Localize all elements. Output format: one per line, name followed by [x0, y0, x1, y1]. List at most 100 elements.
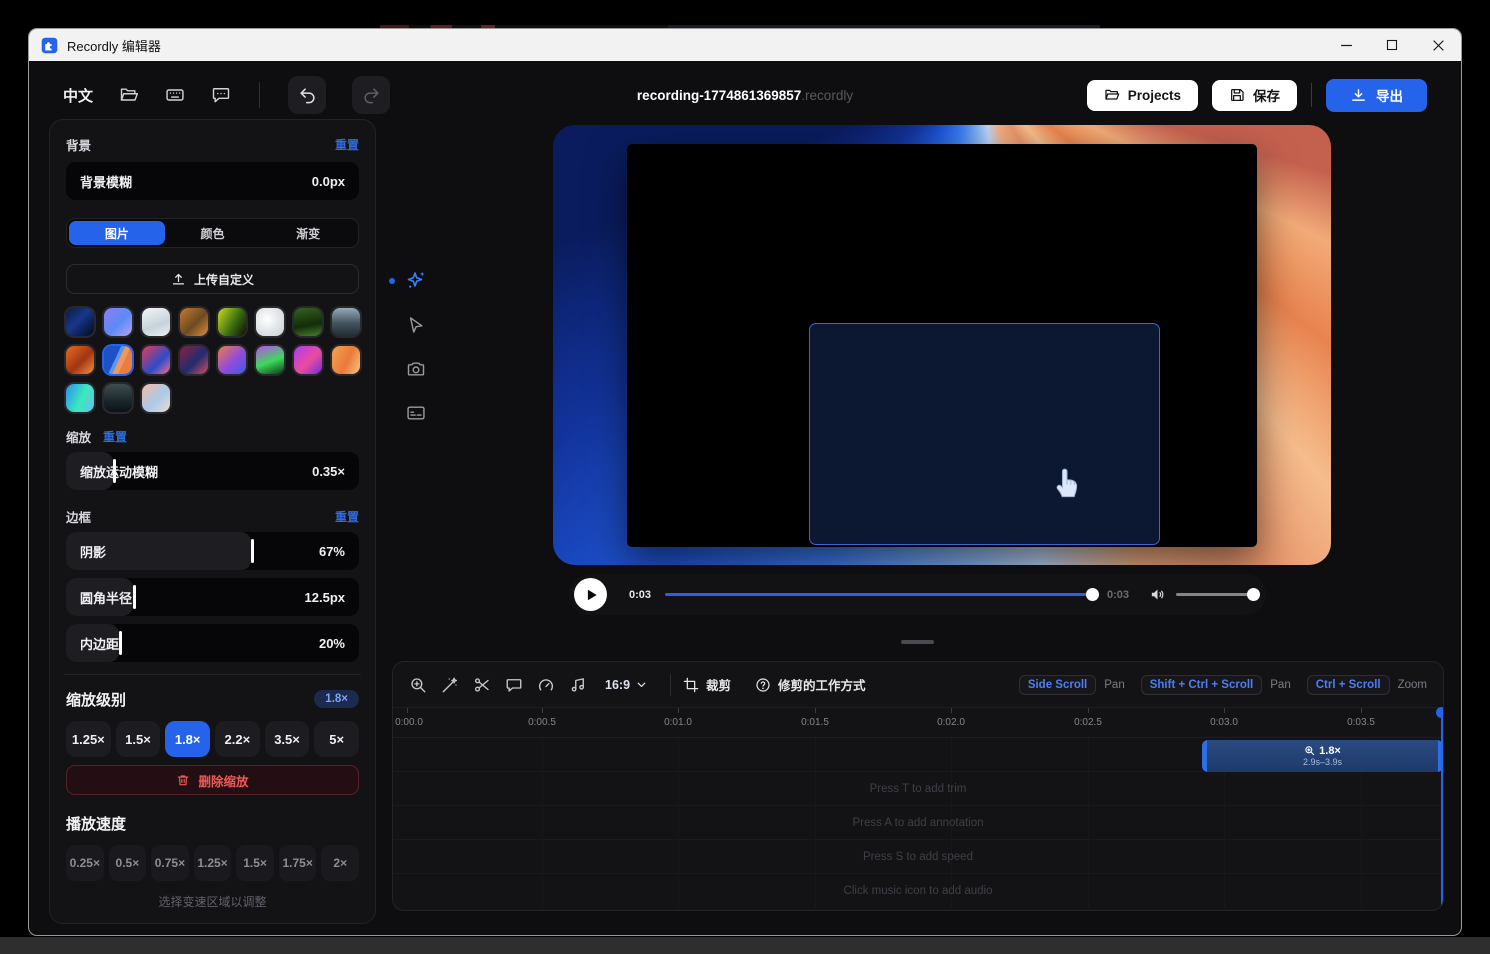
zoom-level-1.25x[interactable]: 1.25× [66, 721, 111, 757]
music-note-icon[interactable] [569, 676, 587, 694]
background-type-tabs: 图片 颜色 渐变 [66, 218, 359, 248]
upload-custom-button[interactable]: 上传自定义 [66, 264, 359, 294]
zoom-level-1.8x-selected[interactable]: 1.8× [165, 721, 210, 757]
captions-tool-button[interactable] [401, 401, 431, 425]
speed-0.5x[interactable]: 0.5× [109, 845, 147, 881]
audio-hint: Click music icon to add audio [844, 885, 993, 897]
speed-0.75x[interactable]: 0.75× [151, 845, 189, 881]
annotation-track-lane: Press A to add annotation [393, 806, 1443, 840]
zoom-region-clip[interactable]: 1.8× 2.9s–3.9s [1202, 740, 1443, 772]
speed-0.25x[interactable]: 0.25× [66, 845, 104, 881]
seek-knob[interactable] [1086, 588, 1099, 601]
zoom-reset-button[interactable]: 重置 [103, 428, 127, 445]
wallpaper-thumb[interactable] [142, 308, 170, 336]
active-tool-dot [389, 278, 395, 284]
volume-slider[interactable] [1176, 593, 1254, 596]
duration: 0:03 [1107, 589, 1129, 601]
zoom-target-region[interactable] [809, 323, 1160, 545]
zoom-level-2.2x[interactable]: 2.2× [215, 721, 260, 757]
wallpaper-thumb[interactable] [294, 346, 322, 374]
volume-knob[interactable] [1247, 588, 1260, 601]
zoom-level-section-title: 缩放级别 [66, 689, 126, 710]
wallpaper-thumb[interactable] [142, 346, 170, 374]
redo-button[interactable] [352, 76, 390, 114]
wallpaper-thumb[interactable] [180, 346, 208, 374]
maximize-button[interactable] [1369, 29, 1415, 61]
wallpaper-thumb[interactable] [66, 384, 94, 412]
scissors-icon[interactable] [473, 676, 491, 694]
delete-zoom-button[interactable]: 删除缩放 [66, 765, 359, 795]
feedback-chat-icon[interactable] [211, 85, 231, 105]
wallpaper-thumb[interactable] [218, 346, 246, 374]
effects-tool-button[interactable] [401, 269, 431, 293]
save-button[interactable]: 保存 [1212, 80, 1297, 111]
zoom-level-1.5x[interactable]: 1.5× [116, 721, 161, 757]
language-button[interactable]: 中文 [63, 85, 93, 106]
timeline-ruler[interactable]: 0:00.0 0:00.5 0:01.0 0:01.5 0:02.0 0:02.… [393, 708, 1443, 738]
seek-bar[interactable] [665, 593, 1093, 596]
help-circle-icon [755, 677, 771, 693]
trim-help-button[interactable]: 修剪的工作方式 [755, 675, 866, 694]
timeline-shortcut-legend: Side Scroll Pan Shift + Ctrl + Scroll Pa… [1019, 675, 1427, 695]
window-title: Recordly 编辑器 [67, 36, 161, 55]
magic-wand-icon[interactable] [441, 676, 459, 694]
camera-tool-button[interactable] [401, 357, 431, 381]
zoom-level-5x[interactable]: 5× [314, 721, 359, 757]
export-button[interactable]: 导出 [1326, 79, 1427, 112]
tab-image[interactable]: 图片 [69, 221, 165, 245]
timeline-zoom-in-icon[interactable] [409, 676, 427, 694]
wallpaper-thumb[interactable] [332, 308, 360, 336]
projects-button[interactable]: Projects [1087, 80, 1198, 111]
aspect-ratio-dropdown[interactable]: 16:9 [605, 678, 648, 692]
wallpaper-thumb[interactable] [180, 308, 208, 336]
tab-color[interactable]: 颜色 [165, 221, 261, 245]
recorded-screen [627, 144, 1257, 547]
wallpaper-thumb[interactable] [218, 308, 246, 336]
keyboard-shortcuts-icon[interactable] [165, 85, 185, 105]
undo-button[interactable] [288, 76, 326, 114]
wallpaper-thumb[interactable] [66, 308, 94, 336]
zoom-region-left-handle[interactable] [1202, 740, 1207, 772]
crop-button[interactable]: 裁剪 [683, 675, 731, 694]
border-reset-button[interactable]: 重置 [335, 508, 359, 525]
cursor-tool-button[interactable] [401, 313, 431, 337]
crop-icon [683, 677, 699, 693]
wallpaper-thumb[interactable] [332, 346, 360, 374]
wallpaper-thumb[interactable] [294, 308, 322, 336]
wallpaper-thumb[interactable] [104, 308, 132, 336]
speed-1.75x[interactable]: 1.75× [279, 845, 317, 881]
background-reset-button[interactable]: 重置 [335, 136, 359, 153]
volume-icon[interactable] [1149, 586, 1166, 603]
background-blur-slider[interactable]: 背景模糊 0.0px [66, 162, 359, 200]
close-button[interactable] [1415, 29, 1461, 61]
speed-2x[interactable]: 2× [321, 845, 359, 881]
wallpaper-thumb[interactable] [104, 384, 132, 412]
wallpaper-thumb[interactable] [256, 308, 284, 336]
tab-gradient[interactable]: 渐变 [260, 221, 356, 245]
wallpaper-thumb-selected[interactable] [104, 346, 132, 374]
playhead-line [1441, 714, 1443, 906]
speed-1.5x[interactable]: 1.5× [236, 845, 274, 881]
speed-1.25x[interactable]: 1.25× [194, 845, 232, 881]
minimize-button[interactable] [1323, 29, 1369, 61]
open-folder-icon[interactable] [119, 85, 139, 105]
zoom-region-range: 2.9s–3.9s [1303, 757, 1342, 768]
zoom-motion-blur-slider[interactable]: 缩放运动模糊 0.35× [66, 452, 359, 490]
zoom-level-badge: 1.8× [314, 690, 359, 708]
wallpaper-thumb[interactable] [142, 384, 170, 412]
titlebar: Recordly 编辑器 [29, 29, 1461, 61]
cursor-icon [406, 315, 426, 335]
wallpaper-thumb[interactable] [256, 346, 284, 374]
video-preview-canvas[interactable] [553, 125, 1331, 565]
padding-slider[interactable]: 内边距 20% [66, 624, 359, 662]
corner-radius-slider[interactable]: 圆角半径 12.5px [66, 578, 359, 616]
speed-gauge-icon[interactable] [537, 676, 555, 694]
shadow-slider[interactable]: 阴影 67% [66, 532, 359, 570]
annotation-icon[interactable] [505, 676, 523, 694]
zoom-level-3.5x[interactable]: 3.5× [265, 721, 310, 757]
wallpaper-grid [66, 308, 359, 412]
panel-resize-handle[interactable] [901, 640, 934, 644]
wallpaper-thumb[interactable] [66, 346, 94, 374]
projects-folder-icon [1104, 87, 1120, 103]
play-button[interactable] [574, 578, 607, 611]
